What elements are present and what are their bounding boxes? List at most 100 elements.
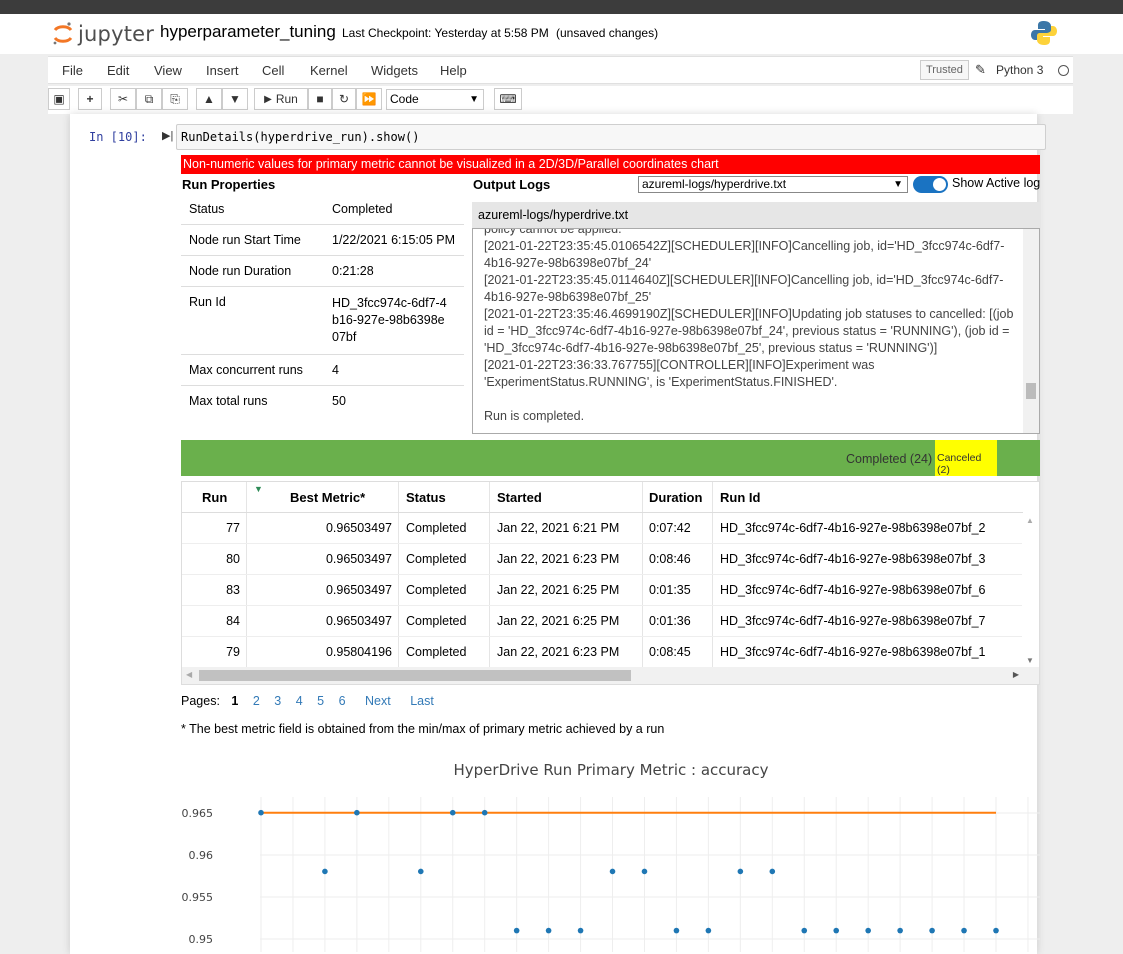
next-page-link[interactable]: Next — [365, 694, 391, 708]
menu-widgets[interactable]: Widgets — [371, 63, 418, 78]
data-point — [801, 927, 808, 934]
output-logs-title: Output Logs — [473, 177, 551, 192]
log-scroll-thumb[interactable] — [1026, 383, 1036, 399]
page-link-3[interactable]: 3 — [274, 694, 281, 708]
best-metric-note: * The best metric field is obtained from… — [181, 722, 665, 736]
page-link-4[interactable]: 4 — [296, 694, 303, 708]
kernel-name[interactable]: Python 3 — [996, 63, 1043, 77]
table-cell: 79 — [226, 645, 240, 659]
y-tick-label: 0.965 — [182, 807, 214, 820]
page-link-5[interactable]: 5 — [317, 694, 324, 708]
edit-pencil-icon[interactable]: ✎ — [975, 62, 986, 78]
table-scroll-thumb[interactable] — [199, 670, 631, 681]
move-up-button[interactable]: ▲ — [196, 88, 222, 110]
table-row[interactable]: 83 0.96503497 Completed Jan 22, 2021 6:25 P… — [182, 575, 1023, 606]
menu-insert[interactable]: Insert — [206, 63, 239, 78]
property-row: Status Completed — [181, 194, 464, 225]
log-line: Run is completed. — [484, 409, 585, 423]
trusted-badge[interactable]: Trusted — [920, 60, 969, 80]
sort-descending-icon[interactable]: ▼ — [254, 484, 263, 494]
copy-icon: ⧉ — [144, 91, 154, 106]
run-all-button[interactable]: ⏩ — [356, 88, 382, 110]
log-text: policy cannot be applied. [2021-01-22T23… — [484, 229, 1014, 425]
page-link-1[interactable]: 1 — [231, 694, 238, 708]
notebook-toolbar: ▣ + ✂ ⧉ ⎘ ▲ ▼ ▶ Run ■ ↻ ⏩ Code ▼ ⌨ — [48, 86, 1073, 114]
menu-file[interactable]: File — [62, 63, 83, 78]
log-output[interactable]: policy cannot be applied. [2021-01-22T23… — [472, 228, 1040, 434]
table-row[interactable]: 79 0.95804196 Completed Jan 22, 2021 6:23 P… — [182, 637, 1023, 668]
table-cell: HD_3fcc974c-6df7-4b16-927e-98b6398e07bf_… — [720, 583, 986, 597]
notebook-name[interactable]: hyperparameter_tuning — [160, 22, 336, 42]
browser-top-strip — [0, 0, 1123, 14]
last-page-link[interactable]: Last — [410, 694, 434, 708]
unsaved-indicator: (unsaved changes) — [556, 26, 659, 40]
arrow-down-icon: ▼ — [229, 92, 241, 106]
output-toggle-icon[interactable]: ▶| — [162, 129, 173, 142]
toggle-knob — [933, 178, 946, 191]
paste-button[interactable]: ⎘ — [162, 88, 188, 110]
data-point — [481, 809, 488, 816]
property-key: Max total runs — [189, 394, 268, 408]
insert-cell-button[interactable]: + — [78, 88, 102, 110]
cut-button[interactable]: ✂ — [110, 88, 136, 110]
kernel-status-icon — [1058, 65, 1069, 76]
interrupt-button[interactable]: ■ — [308, 88, 332, 110]
save-button[interactable]: ▣ — [48, 88, 70, 110]
data-point — [609, 868, 616, 875]
paste-icon: ⎘ — [170, 91, 180, 106]
page-link-6[interactable]: 6 — [339, 694, 346, 708]
data-point — [993, 927, 999, 934]
primary-metric-chart[interactable]: HyperDrive Run Primary Metric : accuracy… — [171, 752, 1051, 952]
cell-type-select[interactable]: Code ▼ — [386, 89, 484, 110]
table-cell: Completed — [406, 583, 467, 597]
menu-kernel[interactable]: Kernel — [310, 63, 348, 78]
scissors-icon: ✂ — [117, 92, 129, 106]
column-run-id[interactable]: Run Id — [720, 490, 760, 505]
table-row[interactable]: 84 0.96503497 Completed Jan 22, 2021 6:25 P… — [182, 606, 1023, 637]
chevron-down-icon: ▼ — [469, 94, 479, 105]
data-point — [833, 927, 840, 934]
column-duration[interactable]: Duration — [649, 490, 702, 505]
copy-button[interactable]: ⧉ — [136, 88, 162, 110]
table-row[interactable]: 80 0.96503497 Completed Jan 22, 2021 6:23 P… — [182, 544, 1023, 575]
move-down-button[interactable]: ▼ — [222, 88, 248, 110]
run-properties-table: Status Completed Node run Start Time 1/22/… — [181, 194, 464, 416]
data-point — [417, 868, 424, 875]
run-button[interactable]: ▶ Run — [254, 88, 308, 110]
show-active-log-toggle[interactable] — [913, 176, 948, 193]
log-file-select-value: azureml-logs/hyperdrive.txt — [642, 177, 787, 191]
table-horizontal-scrollbar[interactable]: ◀ ▶ — [182, 667, 1039, 684]
restart-button[interactable]: ↻ — [332, 88, 356, 110]
cell-prompt: In [10]: — [89, 130, 147, 144]
property-key: Max concurrent runs — [189, 363, 303, 377]
data-point — [705, 927, 712, 934]
column-status[interactable]: Status — [406, 490, 446, 505]
code-cell-input[interactable]: RunDetails(hyperdrive_run).show() — [176, 124, 1046, 150]
scroll-down-icon[interactable]: ▼ — [1026, 656, 1034, 665]
log-line: [2021-01-22T23:36:33.767755][CONTROLLER]… — [484, 358, 875, 389]
log-file-select[interactable]: azureml-logs/hyperdrive.txt ▼ — [638, 176, 908, 193]
column-started[interactable]: Started — [497, 490, 542, 505]
page-link-2[interactable]: 2 — [253, 694, 260, 708]
menu-edit[interactable]: Edit — [107, 63, 129, 78]
jupyter-logo[interactable]: jupyter — [52, 20, 154, 48]
property-key: Run Id — [189, 295, 226, 309]
table-vertical-scrollbar[interactable]: ▲ ▼ — [1022, 513, 1039, 668]
menu-help[interactable]: Help — [440, 63, 467, 78]
scroll-up-icon[interactable]: ▲ — [1026, 516, 1034, 525]
log-scrollbar[interactable] — [1023, 229, 1039, 433]
menu-cell[interactable]: Cell — [262, 63, 284, 78]
data-point — [513, 927, 520, 934]
data-point — [641, 868, 648, 875]
data-point — [545, 927, 552, 934]
property-key: Node run Duration — [189, 264, 292, 278]
table-cell: Jan 22, 2021 6:23 PM — [497, 645, 620, 659]
property-value: 0:21:28 — [332, 264, 374, 278]
table-row[interactable]: 77 0.96503497 Completed Jan 22, 2021 6:21 P… — [182, 513, 1023, 544]
column-best-metric[interactable]: Best Metric* — [290, 490, 365, 505]
column-run[interactable]: Run — [202, 490, 227, 505]
scroll-right-icon[interactable]: ▶ — [1013, 670, 1019, 679]
scroll-left-icon[interactable]: ◀ — [186, 670, 192, 679]
menu-view[interactable]: View — [154, 63, 182, 78]
command-palette-button[interactable]: ⌨ — [494, 88, 522, 110]
